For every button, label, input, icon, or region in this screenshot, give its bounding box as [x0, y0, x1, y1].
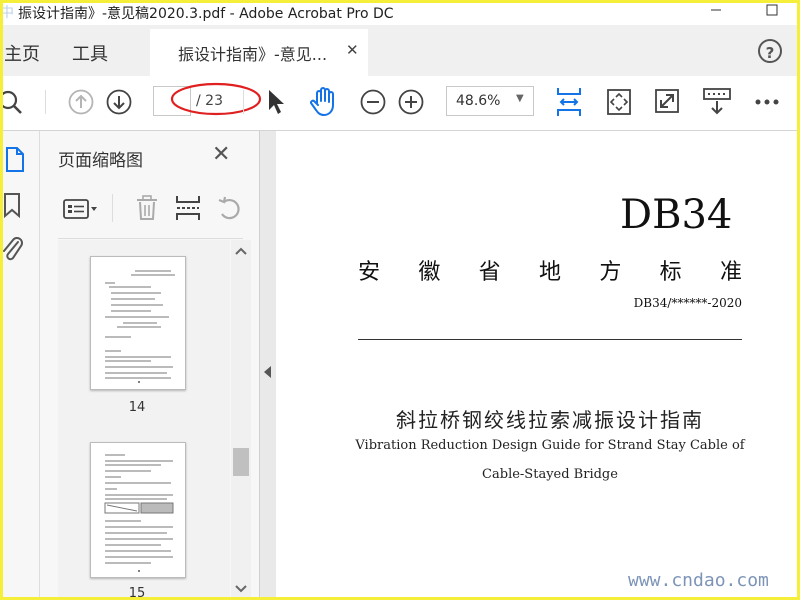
- fit-width-icon[interactable]: [554, 86, 584, 118]
- thumbnail-content: [104, 454, 174, 572]
- doc-standard-char: 省: [478, 260, 501, 285]
- window-title: 振设计指南》-意见稿2020.3.pdf - Adobe Acrobat Pro…: [18, 6, 394, 22]
- thumbnail-page-15[interactable]: [90, 442, 186, 578]
- page-thumbnails-icon[interactable]: [4, 146, 26, 174]
- read-mode-icon[interactable]: [702, 86, 732, 116]
- panel-divider: [112, 194, 113, 222]
- thumbnail-label: 14: [128, 400, 146, 415]
- doc-standard-char: 方: [599, 260, 622, 285]
- watermark: www.cndao.com: [628, 570, 769, 591]
- tab-home[interactable]: 主页: [4, 40, 40, 66]
- thumbnail-page-14[interactable]: [90, 256, 186, 390]
- full-screen-icon[interactable]: [654, 88, 680, 114]
- help-icon[interactable]: ?: [758, 39, 782, 63]
- tab-document-label: 振设计指南》-意见...: [178, 45, 328, 64]
- thumbnail-content: [105, 270, 175, 383]
- app-logo: 中: [0, 5, 14, 21]
- chevron-down-icon: ▼: [516, 93, 524, 104]
- scroll-down-icon[interactable]: [235, 584, 247, 594]
- next-page-icon[interactable]: [106, 89, 132, 115]
- doc-standard-code: DB34: [620, 192, 733, 238]
- panel-title: 页面缩略图: [58, 151, 143, 171]
- doc-standard-char: 徽: [418, 260, 441, 285]
- bookmark-icon[interactable]: [2, 192, 22, 220]
- rotate-page-icon[interactable]: [216, 194, 244, 222]
- more-options-icon[interactable]: [754, 98, 780, 106]
- red-annotation-ellipse: [170, 82, 262, 116]
- tab-tools[interactable]: 工具: [72, 40, 108, 66]
- doc-standard-number: DB34/******-2020: [633, 296, 742, 310]
- zoom-in-icon[interactable]: [398, 89, 424, 115]
- toolbar-divider: [243, 90, 244, 114]
- doc-title-english-line2: Cable-Stayed Bridge: [482, 467, 618, 482]
- minimize-icon: [711, 9, 721, 11]
- scroll-up-icon[interactable]: [235, 246, 247, 256]
- fit-page-icon[interactable]: [606, 88, 632, 116]
- doc-standard-char: 准: [719, 260, 742, 285]
- scrollbar-thumb[interactable]: [233, 448, 249, 476]
- collapse-arrow-icon[interactable]: [263, 365, 273, 379]
- search-icon[interactable]: [0, 88, 26, 116]
- doc-standard-type: 安 徽 省 地 方 标 准: [358, 254, 742, 286]
- doc-standard-char: 标: [659, 260, 682, 285]
- attachment-icon[interactable]: [0, 234, 24, 264]
- close-panel-icon[interactable]: ✕: [212, 142, 230, 167]
- previous-page-icon[interactable]: [68, 89, 94, 115]
- thumbnail-scrollbar[interactable]: [231, 240, 251, 600]
- delete-page-icon[interactable]: [134, 194, 160, 222]
- maximize-icon: [766, 4, 778, 16]
- close-tab-icon[interactable]: ✕: [346, 41, 359, 59]
- toolbar-divider: [45, 90, 46, 114]
- thumbnail-label: 15: [128, 586, 146, 601]
- minimize-button[interactable]: [696, 0, 736, 25]
- panel-toolbar-divider: [58, 238, 243, 239]
- thumbnail-options-icon[interactable]: [62, 197, 100, 221]
- zoom-out-icon[interactable]: [360, 89, 386, 115]
- maximize-button[interactable]: [752, 0, 792, 25]
- doc-standard-char: 安: [358, 260, 381, 285]
- tab-bar: [0, 25, 800, 76]
- doc-standard-char: 地: [538, 260, 561, 285]
- doc-title-chinese: 斜拉桥钢绞线拉索减振设计指南: [396, 408, 704, 432]
- doc-divider-line: [358, 339, 742, 340]
- doc-title-english-line1: Vibration Reduction Design Guide for Str…: [355, 438, 745, 453]
- hand-tool-icon[interactable]: [308, 86, 340, 118]
- select-cursor-icon[interactable]: [266, 88, 286, 116]
- insert-page-icon[interactable]: [174, 194, 202, 222]
- zoom-value: 48.6%: [456, 93, 501, 109]
